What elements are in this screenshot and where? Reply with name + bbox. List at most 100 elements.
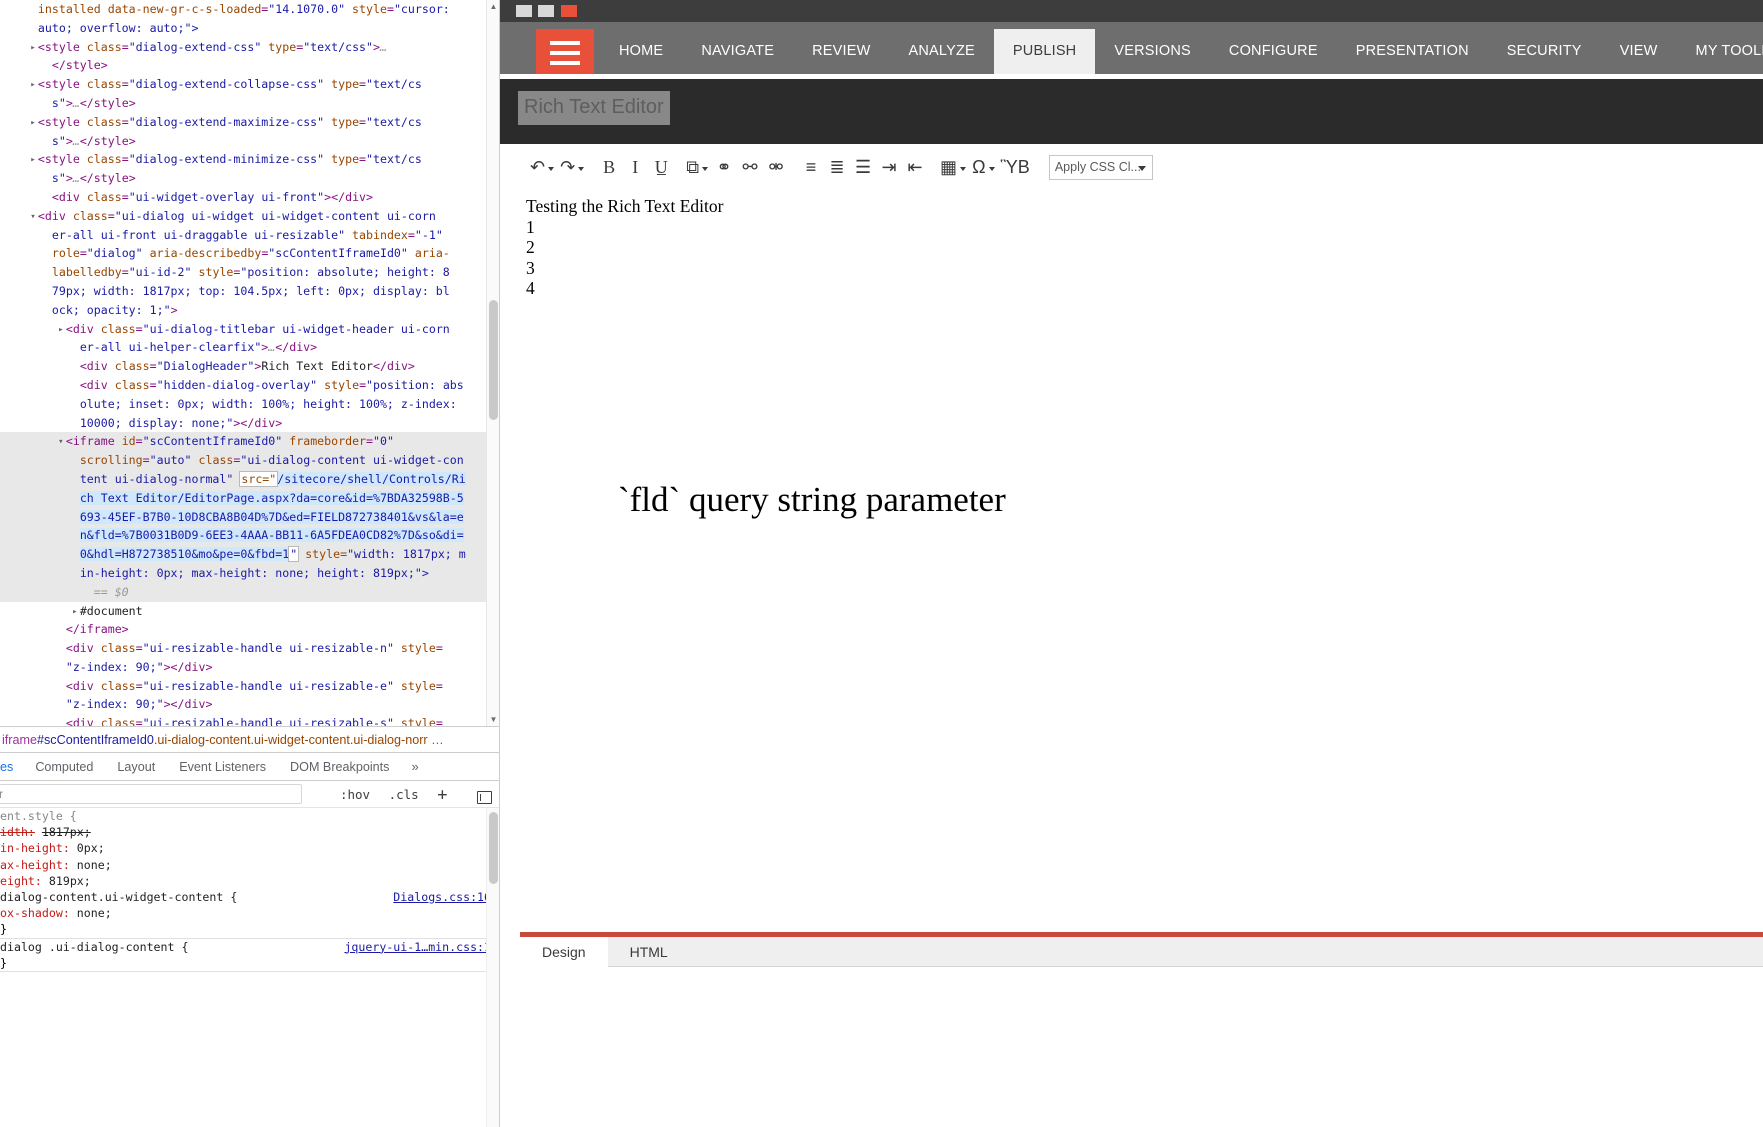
dom-node-line[interactable]: <div class="ui-dialog-titlebar ui-widget…	[0, 320, 499, 340]
breadcrumb-overflow[interactable]: …	[431, 733, 444, 747]
editor-line[interactable]: 2	[526, 237, 1763, 258]
insert-table-icon[interactable]: ▦	[937, 152, 969, 182]
dom-node-line[interactable]: s">…</style>	[0, 94, 499, 113]
cls-toggle[interactable]: .cls	[389, 787, 419, 802]
outdent-icon[interactable]: ⇤	[902, 152, 928, 182]
ribbon-tab-versions[interactable]: VERSIONS	[1095, 29, 1210, 74]
editor-text-content[interactable]: Testing the Rich Text Editor 1 2 3 4	[526, 196, 1763, 299]
insert-anchor-icon[interactable]: ⚯	[737, 152, 763, 182]
dom-node-line[interactable]: </style>	[0, 56, 499, 75]
scroll-up-arrow[interactable]: ▲	[487, 0, 499, 13]
ribbon-tab-my-toolbar[interactable]: MY TOOLBAR	[1677, 29, 1763, 74]
css-declaration[interactable]: ax-height: none;	[0, 857, 499, 873]
dom-node-line[interactable]: s">…</style>	[0, 169, 499, 188]
dom-node-line[interactable]: == $0	[0, 582, 499, 602]
dom-node-line[interactable]: in-height: 0px; max-height: none; height…	[0, 563, 499, 583]
insert-image-icon[interactable]: ὛB	[998, 152, 1033, 182]
ordered-list-icon[interactable]: ≣	[824, 152, 850, 182]
scroll-down-arrow[interactable]: ▼	[487, 713, 499, 726]
pane-tab-es[interactable]: es	[0, 754, 23, 780]
dom-breadcrumb[interactable]: iframe#scContentIframeId0.ui-dialog-cont…	[0, 726, 499, 753]
dom-node-line[interactable]: s">…</style>	[0, 132, 499, 151]
css-scrollbar-thumb[interactable]	[489, 812, 498, 884]
dom-node-line[interactable]: role="dialog" aria-describedby="scConten…	[0, 244, 499, 263]
css-rule[interactable]: dialog-content.ui-widget-content {Dialog…	[0, 889, 499, 939]
minimize-icon[interactable]	[516, 5, 532, 17]
editor-line[interactable]: 1	[526, 217, 1763, 238]
toggle-element-state-icon[interactable]	[466, 787, 492, 804]
css-rule[interactable]: ent.style {idth: 1817px; in-height: 0px; a…	[0, 808, 499, 889]
ribbon-tab-review[interactable]: REVIEW	[793, 29, 889, 74]
ribbon-tab-home[interactable]: HOME	[600, 29, 682, 74]
dom-node-line[interactable]: "z-index: 90;"></div>	[0, 658, 499, 677]
css-rule-selector-row[interactable]: ent.style {	[0, 808, 499, 824]
dom-node-line[interactable]: er-all ui-helper-clearfix">…</div>	[0, 338, 499, 357]
dom-node-line[interactable]: ock; opacity: 1;">	[0, 301, 499, 320]
dom-node-line[interactable]: auto; overflow: auto;">	[0, 19, 499, 39]
dom-node-line[interactable]: <div class="hidden-dialog-overlay" style…	[0, 376, 499, 395]
css-rules-list[interactable]: ent.style {idth: 1817px; in-height: 0px; a…	[0, 808, 499, 1127]
dom-expand-triangle-icon[interactable]	[28, 151, 38, 170]
insert-link-icon[interactable]: ⚭	[711, 152, 737, 182]
chevron-down-icon[interactable]	[1137, 165, 1146, 171]
dom-node-line[interactable]: <style class="dialog-extend-css" type="t…	[0, 38, 499, 58]
css-declaration[interactable]: idth: 1817px;	[0, 824, 499, 840]
dom-expand-triangle-icon[interactable]	[70, 603, 80, 622]
pane-tab-event-listeners[interactable]: Event Listeners	[167, 754, 278, 780]
dom-expand-triangle-icon[interactable]	[28, 1, 38, 20]
css-rule-selector-row[interactable]: dialog .ui-dialog-content {jquery-ui-1…m…	[0, 939, 499, 955]
unordered-list-icon[interactable]: ☰	[850, 152, 876, 182]
dom-tree-scrollbar[interactable]: ▲ ▼	[486, 0, 499, 726]
css-rule-selector-row[interactable]: dialog-content.ui-widget-content {Dialog…	[0, 889, 499, 905]
dom-node-line[interactable]: n&fld=%7B0031B0D9-6EE3-4AAA-BB11-6A5FDEA…	[0, 526, 499, 546]
editor-mode-tabs[interactable]: Design HTML	[520, 937, 1763, 967]
dom-node-line[interactable]: <style class="dialog-extend-maximize-css…	[0, 113, 499, 133]
dom-node-line[interactable]: <div class="DialogHeader">Rich Text Edit…	[0, 357, 499, 376]
undo-icon[interactable]: ↶	[527, 152, 557, 182]
dom-node-line[interactable]: labelledby="ui-id-2" style="position: ab…	[0, 263, 499, 282]
ribbon-tab-publish[interactable]: PUBLISH	[993, 29, 1096, 74]
dom-node-line[interactable]: 0&hdl=H872738510&mo&pe=0&fbd=1" style="w…	[0, 545, 499, 564]
window-controls[interactable]	[516, 5, 579, 23]
special-char-icon[interactable]: Ω	[969, 152, 997, 182]
dom-expand-triangle-icon[interactable]	[28, 39, 38, 58]
chevron-down-icon[interactable]	[960, 167, 967, 172]
css-declaration[interactable]: eight: 819px;	[0, 873, 499, 889]
dom-node-line[interactable]: olute; inset: 0px; width: 100%; height: …	[0, 395, 499, 414]
dom-expand-triangle-icon[interactable]	[28, 114, 38, 133]
indent-icon[interactable]: ⇥	[876, 152, 902, 182]
ribbon-tab-presentation[interactable]: PRESENTATION	[1337, 29, 1488, 74]
pane-tab-dom-breakpoints[interactable]: DOM Breakpoints	[278, 754, 401, 780]
chevron-down-icon[interactable]	[702, 167, 709, 172]
dom-node-line[interactable]: </iframe>	[0, 620, 499, 639]
new-style-rule-button[interactable]: +	[437, 785, 447, 805]
dom-node-line[interactable]: <div class="ui-resizable-handle ui-resiz…	[0, 677, 499, 696]
dom-node-line[interactable]: <div class="ui-resizable-handle ui-resiz…	[0, 714, 499, 726]
dom-node-line[interactable]: scrolling="auto" class="ui-dialog-conten…	[0, 451, 499, 470]
chevron-down-icon[interactable]	[578, 167, 585, 172]
hov-toggle[interactable]: :hov	[340, 787, 370, 802]
dom-node-line[interactable]: <style class="dialog-extend-minimize-css…	[0, 150, 499, 170]
dom-expand-triangle-icon[interactable]	[28, 76, 38, 95]
rte-editor-canvas[interactable]: Testing the Rich Text Editor 1 2 3 4 `fld` q…	[520, 192, 1763, 932]
ribbon-tab-navigate[interactable]: NAVIGATE	[682, 29, 793, 74]
dom-node-line[interactable]: er-all ui-front ui-draggable ui-resizabl…	[0, 226, 499, 245]
styles-pane-tabs[interactable]: es Computed Layout Event Listeners DOM Break…	[0, 753, 499, 781]
dom-node-line[interactable]: <div class="ui-dialog ui-widget ui-widge…	[0, 207, 499, 227]
dom-node-line[interactable]: 10000; display: none;"></div>	[0, 414, 499, 433]
insert-snippet-icon[interactable]: ⧉	[683, 152, 711, 182]
dom-expand-triangle-icon[interactable]	[28, 20, 38, 39]
dom-expand-triangle-icon[interactable]	[56, 321, 66, 340]
css-declaration[interactable]: in-height: 0px;	[0, 840, 499, 856]
dom-node-line[interactable]: #document	[0, 602, 499, 622]
editor-mode-tab-html[interactable]: HTML	[608, 937, 690, 967]
ribbon-tab-configure[interactable]: CONFIGURE	[1210, 29, 1337, 74]
css-declaration[interactable]: ox-shadow: none;	[0, 905, 499, 921]
underline-icon[interactable]: U̲	[648, 152, 674, 182]
hamburger-icon[interactable]	[536, 29, 594, 74]
dom-node-line[interactable]: tent ui-dialog-normal" src="/sitecore/sh…	[0, 469, 499, 489]
dom-expand-triangle-icon[interactable]	[28, 208, 38, 227]
editor-line[interactable]: Testing the Rich Text Editor	[526, 196, 1763, 217]
ribbon-tab-analyze[interactable]: ANALYZE	[890, 29, 994, 74]
redo-icon[interactable]: ↷	[557, 152, 587, 182]
